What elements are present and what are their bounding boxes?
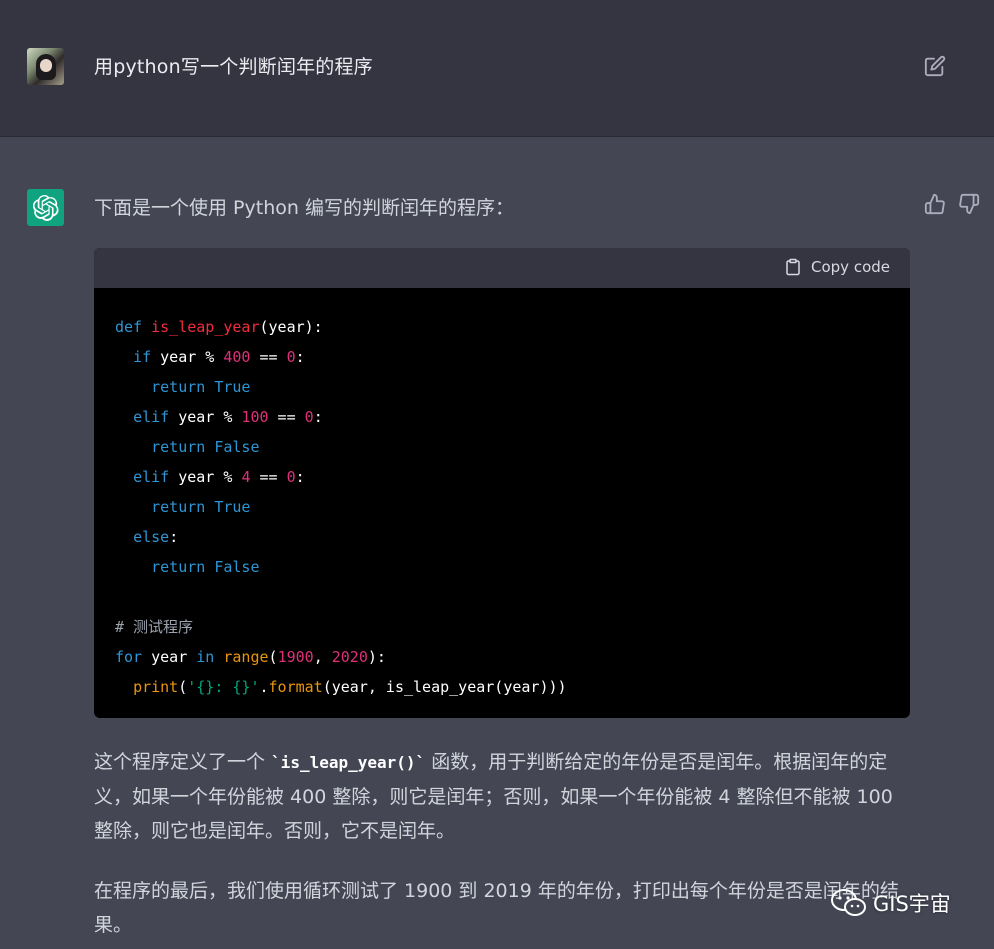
code-line: def is_leap_year(year): [115,318,323,336]
code-line: return False [151,558,260,576]
code-line: return True [151,498,251,516]
code-content: def is_leap_year(year): if year % 400 ==… [94,288,910,702]
user-avatar [27,48,64,85]
watermark-text: GIS宇宙 [873,892,951,916]
code-block-header: Copy code [94,248,910,288]
code-line: elif year % 100 == 0: [133,408,323,426]
openai-logo-icon [27,189,64,226]
code-block: Copy code def is_leap_year(year): if yea… [94,248,910,718]
explanation-paragraph: 这个程序定义了一个 `is_leap_year()` 函数，用于判断给定的年份是… [94,745,914,848]
code-line: # 测试程序 [115,618,194,636]
code-line: return False [151,438,260,456]
thumbs-up-icon[interactable] [924,193,946,215]
wechat-icon [831,889,866,916]
copy-code-button[interactable]: Copy code [784,257,890,277]
code-line: elif year % 4 == 0: [133,468,305,486]
code-line: for year in range(1900, 2020): [115,648,386,666]
code-line: print('{}: {}'.format(year, is_leap_year… [133,678,567,696]
summary-paragraph: 在程序的最后，我们使用循环测试了 1900 到 2019 年的年份，打印出每个年… [94,880,899,936]
code-line: if year % 400 == 0: [133,348,305,366]
copy-code-label: Copy code [811,258,890,276]
clipboard-icon [786,258,800,276]
thumbs-down-icon[interactable] [958,193,980,215]
edit-icon[interactable] [924,55,946,77]
paragraph-text: 这个程序定义了一个 [94,751,272,773]
user-message-row: 用python写一个判断闰年的程序 [0,0,994,137]
assistant-intro: 下面是一个使用 Python 编写的判断闰年的程序： [94,197,514,219]
watermark: GIS宇宙 [831,888,951,918]
code-line: return True [151,378,251,396]
code-line: else: [133,528,179,546]
user-message-text: 用python写一个判断闰年的程序 [94,56,373,78]
inline-code: `is_leap_year()` [271,753,426,772]
